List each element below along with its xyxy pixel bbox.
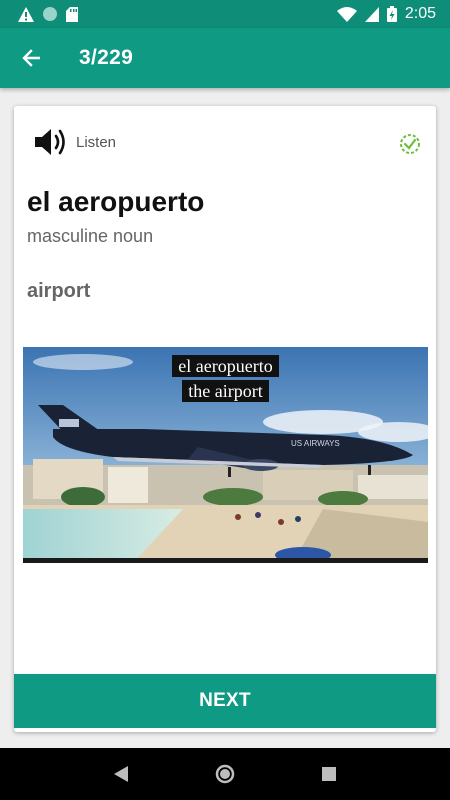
- status-bar: 2:05: [0, 0, 450, 28]
- status-system: 2:05: [336, 5, 436, 23]
- page-title: 3/229: [79, 46, 134, 69]
- app-bar: 3/229: [0, 28, 450, 88]
- wifi-icon: [336, 6, 357, 22]
- caption-top: el aeropuerto: [23, 355, 428, 377]
- flashcard: Listen el aeropuerto masculine noun airp…: [14, 106, 436, 732]
- recents-square-icon[interactable]: [322, 767, 337, 781]
- listen-button[interactable]: Listen: [34, 126, 116, 158]
- speaker-icon: [35, 129, 65, 155]
- sd-card-icon: [66, 6, 78, 22]
- translation: airport: [27, 280, 91, 302]
- caption-bottom: the airport: [23, 380, 428, 402]
- arrow-left-icon: [22, 49, 40, 67]
- airline-text: US AIRWAYS: [291, 439, 340, 448]
- home-circle-icon[interactable]: [215, 764, 235, 784]
- cellular-icon: [364, 6, 379, 22]
- word-title: el aeropuerto: [27, 186, 205, 217]
- listen-label: Listen: [76, 133, 117, 151]
- alert-icon: [18, 6, 34, 22]
- progress-check-icon: [400, 134, 420, 154]
- system-nav-bar: [0, 748, 450, 800]
- next-button[interactable]: NEXT: [14, 674, 436, 728]
- back-button[interactable]: [0, 28, 62, 88]
- word-type: masculine noun: [27, 226, 154, 246]
- battery-charging-icon: [386, 6, 397, 22]
- circle-icon: [43, 7, 57, 21]
- back-triangle-icon[interactable]: [113, 766, 128, 782]
- word-picture: US AIRWAYS el aeropuerto the airport: [23, 347, 428, 563]
- status-time: 2:05: [404, 5, 436, 22]
- status-notifications: [18, 6, 78, 22]
